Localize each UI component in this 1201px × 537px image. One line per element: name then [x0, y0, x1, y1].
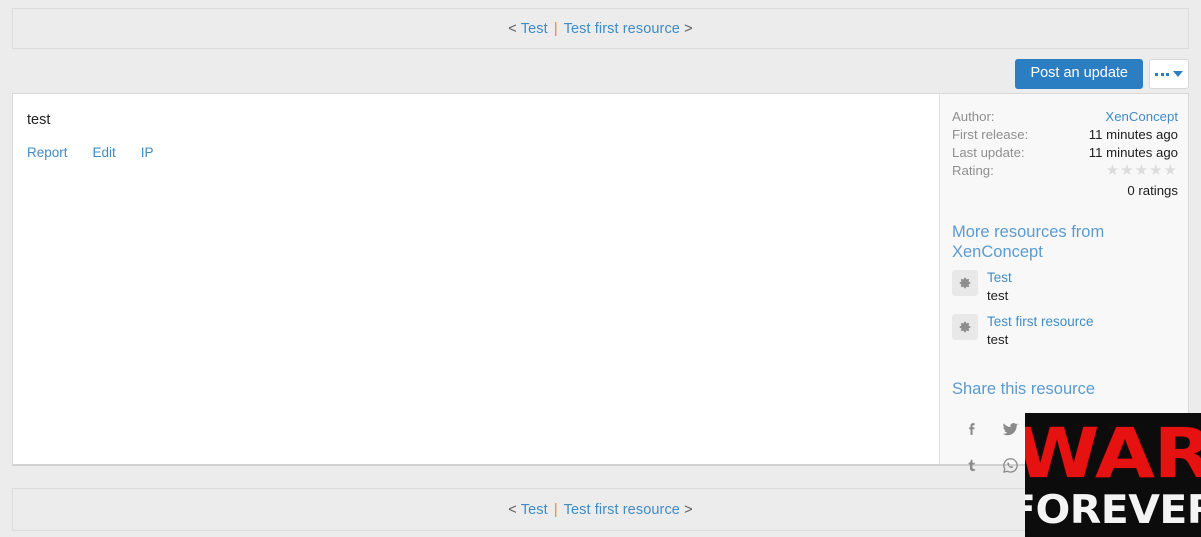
meta-row-author: Author: XenConcept [952, 108, 1178, 126]
meta-row-first-release: First release: 11 minutes ago [952, 126, 1178, 144]
ip-link[interactable]: IP [141, 145, 154, 160]
gear-icon [952, 269, 978, 296]
meta-row-ratings-count: 0 ratings [952, 182, 1178, 200]
rating-label: Rating: [952, 163, 994, 178]
resource-item-description: test [987, 332, 1009, 347]
breadcrumb-link-test[interactable]: Test [521, 21, 548, 37]
action-bar: Post an update [1015, 59, 1189, 89]
report-link[interactable]: Report [27, 145, 68, 160]
more-options-button[interactable] [1149, 59, 1189, 89]
breadcrumb-link-test-first-resource[interactable]: Test first resource [564, 21, 680, 37]
meta-row-rating: Rating: ★★★★★ [952, 162, 1178, 182]
ratings-count-value: 0 ratings [1127, 182, 1178, 198]
breadcrumb-link-test-bottom[interactable]: Test [521, 502, 548, 518]
list-item[interactable]: Test first resource test [952, 313, 1178, 349]
author-label: Author: [952, 109, 995, 124]
ratings-count-spacer [952, 182, 1056, 200]
author-link[interactable]: XenConcept [1105, 109, 1178, 124]
breadcrumb-prev-arrow[interactable]: < [508, 21, 517, 37]
gear-icon [952, 313, 978, 340]
ellipsis-icon [1155, 72, 1169, 76]
meta-row-last-update: Last update: 11 minutes ago [952, 144, 1178, 162]
breadcrumb-separator: | [553, 20, 558, 37]
resource-item-description: test [987, 287, 1009, 303]
first-release-label: First release: [952, 127, 1029, 142]
resource-sidebar: Author: XenConcept First release: 11 min… [940, 94, 1188, 473]
resource-item-text: Test test [987, 269, 1012, 305]
breadcrumb-next-arrow-bottom[interactable]: > [684, 502, 693, 518]
resource-item-text: Test first resource test [987, 313, 1094, 349]
resource-panel: test Report Edit IP Author: XenConcept F… [12, 93, 1189, 473]
list-item[interactable]: Test test [952, 269, 1178, 305]
post-controls: Report Edit IP [27, 145, 921, 160]
breadcrumb-next-arrow[interactable]: > [684, 21, 693, 37]
breadcrumb-inner-bottom: < Test | Test first resource > [508, 502, 692, 518]
breadcrumb-separator-bottom: | [553, 501, 558, 518]
last-update-value: 11 minutes ago [1088, 145, 1178, 160]
resource-item-title[interactable]: Test first resource [987, 313, 1094, 331]
facebook-icon[interactable] [952, 411, 991, 447]
breadcrumb-bottom: < Test | Test first resource > [12, 488, 1189, 531]
tumblr-icon[interactable] [952, 447, 991, 483]
page-root: < Test | Test first resource > Post an u… [0, 0, 1201, 537]
more-resources-heading[interactable]: More resources from XenConcept [952, 222, 1178, 263]
breadcrumb-top: < Test | Test first resource > [12, 8, 1189, 49]
breadcrumb-link-test-first-resource-bottom[interactable]: Test first resource [564, 502, 680, 518]
post-body-text: test [27, 112, 51, 128]
star-rating-icon[interactable]: ★★★★★ [1056, 162, 1178, 182]
breadcrumb-inner-top: < Test | Test first resource > [508, 21, 692, 37]
author-value: XenConcept [1056, 108, 1178, 126]
chevron-down-icon [1173, 71, 1183, 77]
overlay-line-war: WAR [1025, 414, 1201, 494]
post-an-update-button[interactable]: Post an update [1015, 59, 1143, 89]
war-forever-overlay: WAR FOREVER [1025, 413, 1201, 537]
overlay-line-forever: FOREVER [1025, 488, 1201, 533]
post-content-area: test Report Edit IP [13, 94, 940, 464]
breadcrumb-prev-arrow-bottom[interactable]: < [508, 502, 517, 518]
share-resource-heading[interactable]: Share this resource [952, 379, 1178, 400]
last-update-label: Last update: [952, 145, 1025, 160]
resource-meta-table: Author: XenConcept First release: 11 min… [952, 108, 1178, 200]
resource-item-title[interactable]: Test [987, 269, 1012, 287]
first-release-value: 11 minutes ago [1088, 127, 1178, 142]
edit-link[interactable]: Edit [93, 145, 116, 160]
